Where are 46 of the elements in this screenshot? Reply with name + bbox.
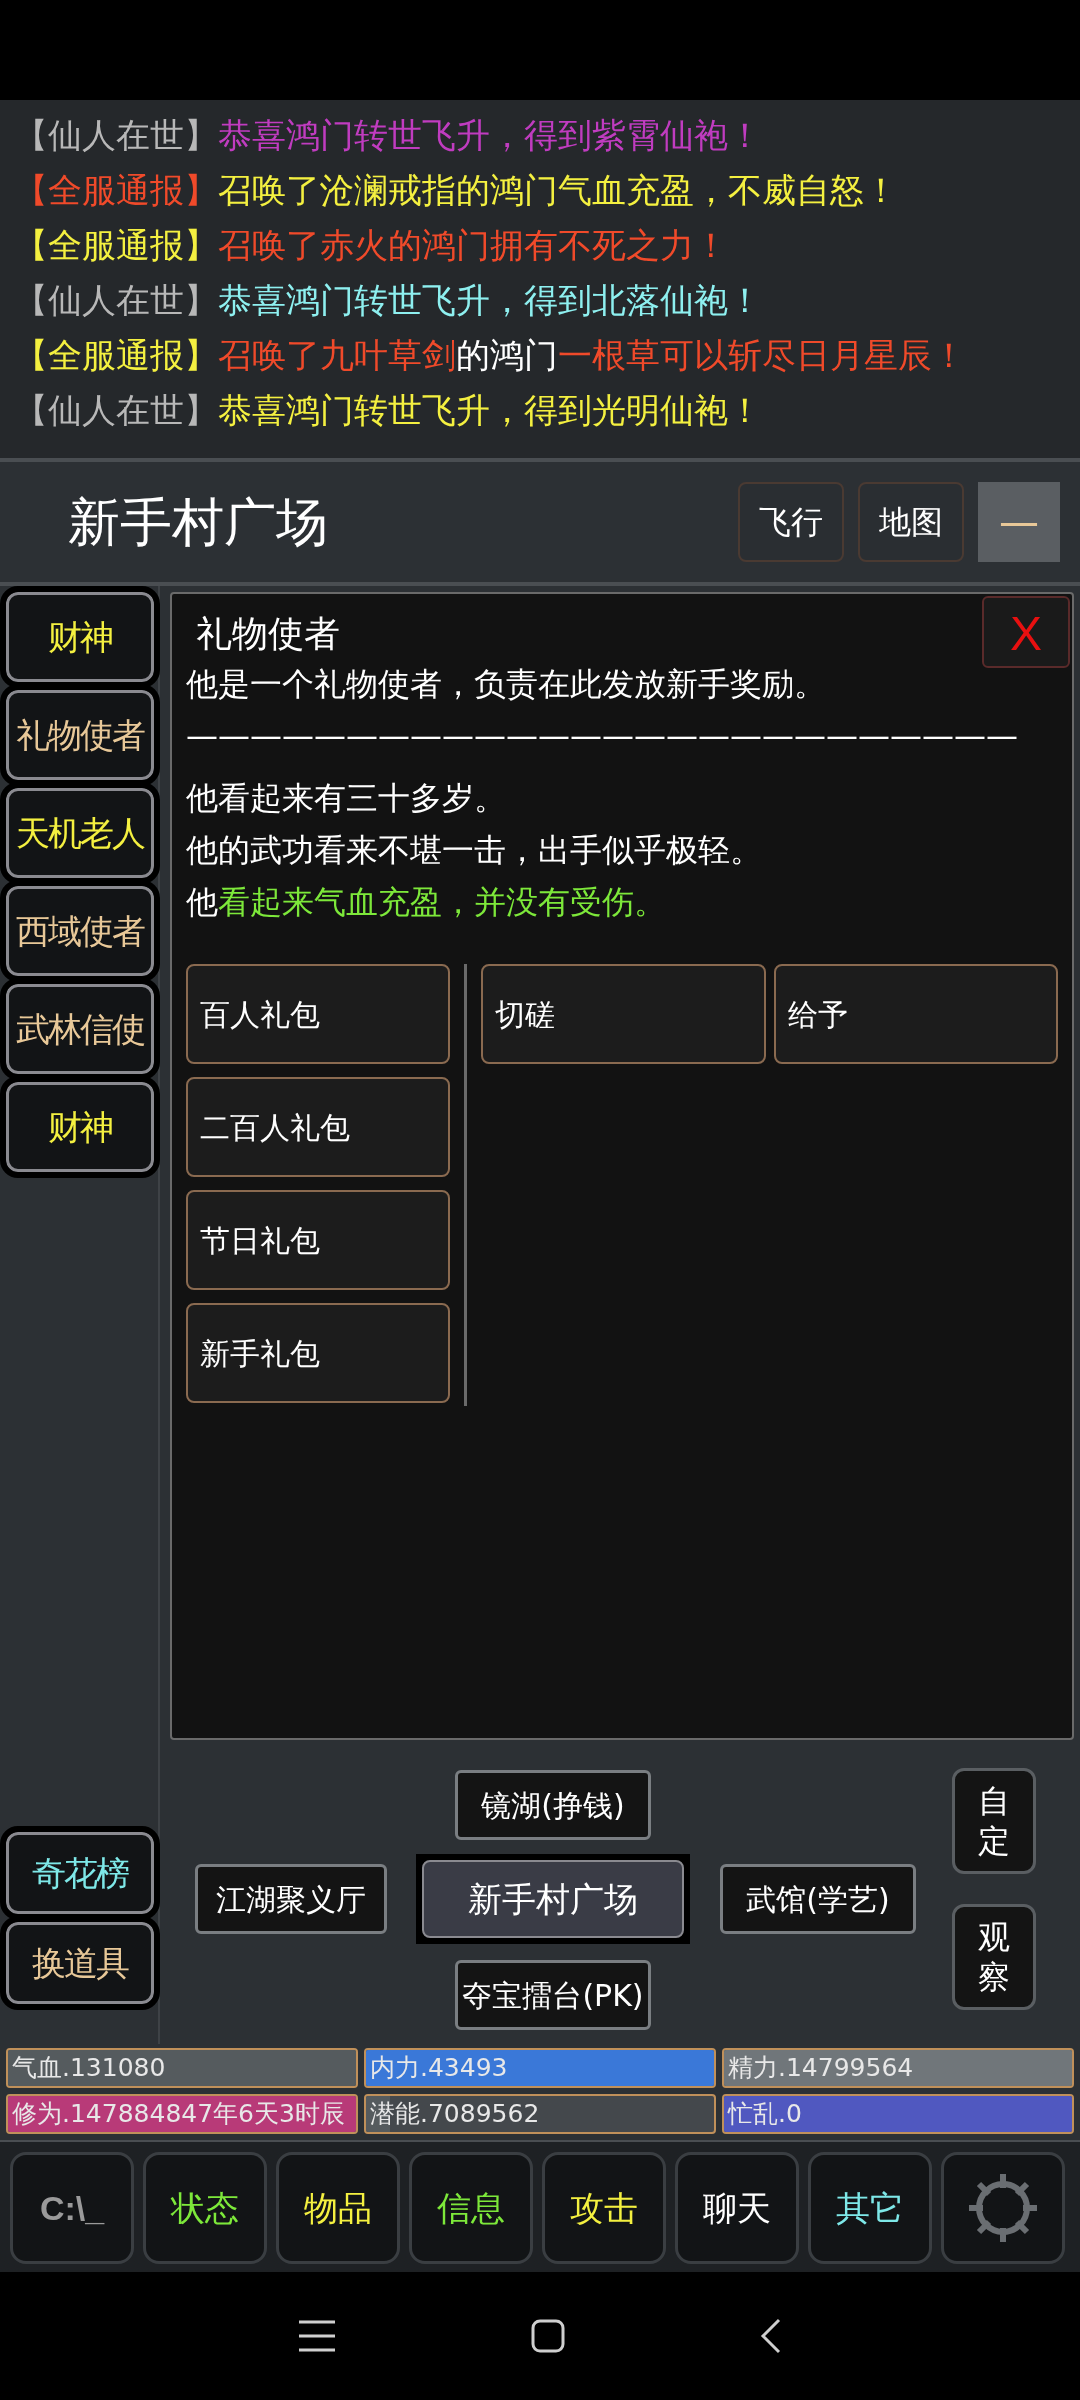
menu-button[interactable]: 聊天	[675, 2152, 799, 2264]
map-tool-button[interactable]: 观察	[952, 1904, 1036, 2010]
map-exit-button[interactable]: 夺宝擂台(PK)	[455, 1960, 651, 2030]
gift-button[interactable]: 节日礼包	[186, 1190, 450, 1290]
stat-bar: 忙乱.0	[722, 2093, 1074, 2134]
map-exit-button[interactable]: 江湖聚义厅	[195, 1864, 387, 1934]
gift-button[interactable]: 百人礼包	[186, 964, 450, 1064]
separator-line: ——————————————————————————	[186, 716, 1019, 757]
map-exit-button[interactable]: 镜湖(挣钱)	[455, 1770, 651, 1840]
gift-button[interactable]: 二百人礼包	[186, 1077, 450, 1177]
stat-bar: 精力.14799564	[722, 2048, 1074, 2088]
broadcast-message: 【仙人在世】恭喜鸿门转世飞升，得到紫霄仙袍！	[14, 114, 763, 157]
menu-button[interactable]: 攻击	[542, 2152, 666, 2264]
map-tool-button[interactable]: 自定	[952, 1768, 1036, 1874]
map-exit-button[interactable]: 武馆(学艺)	[720, 1864, 916, 1934]
description-text: 他的武功看来不堪一击，出手似乎极轻。	[186, 830, 763, 871]
stat-bar: 修为.147884847年6天3时辰	[6, 2093, 358, 2134]
broadcast-message: 【全服通报】召唤了九叶草剑的鸿门一根草可以斩尽日月星辰！	[14, 334, 967, 377]
menu-icon[interactable]	[296, 2319, 337, 2353]
header-button[interactable]: 飞行	[738, 482, 844, 562]
menu-button[interactable]: 状态	[143, 2152, 267, 2264]
menu-button[interactable]: 其它	[808, 2152, 932, 2264]
broadcast-message: 【仙人在世】恭喜鸿门转世飞升，得到北落仙袍！	[14, 279, 763, 322]
action-button[interactable]: 给予	[773, 964, 1058, 1064]
broadcast-message: 【全服通报】召唤了赤火的鸿门拥有不死之力！	[14, 224, 729, 267]
terminal-button[interactable]: C:\_	[10, 2152, 134, 2264]
description-text: 他看起来有三十多岁。	[186, 778, 507, 819]
npc-name: 礼物使者	[195, 612, 340, 656]
header-button[interactable]: 地图	[858, 482, 964, 562]
menu-button[interactable]: 信息	[409, 2152, 533, 2264]
collapse-button[interactable]: —	[978, 482, 1060, 562]
gift-button[interactable]: 新手礼包	[186, 1303, 450, 1403]
broadcast-message: 【仙人在世】恭喜鸿门转世飞升，得到光明仙袍！	[14, 389, 763, 432]
current-location-button[interactable]: 新手村广场	[422, 1860, 684, 1938]
stat-bar: 气血.131080	[6, 2048, 358, 2088]
action-button[interactable]: 切磋	[481, 964, 766, 1064]
description-text: 他是一个礼物使者，负责在此发放新手奖励。	[186, 664, 827, 705]
close-button[interactable]: X	[982, 596, 1070, 668]
location-title: 新手村广场	[68, 491, 329, 554]
stat-bar: 内力.43493	[364, 2048, 716, 2088]
home-icon[interactable]	[530, 2318, 566, 2354]
menu-button[interactable]: 物品	[276, 2152, 400, 2264]
broadcast-message: 【全服通报】召唤了沧澜戒指的鸿门气血充盈，不威自怒！	[14, 169, 899, 212]
stat-bar: 潜能.7089562	[364, 2093, 716, 2134]
description-text: 他看起来气血充盈，并没有受伤。	[186, 882, 667, 923]
emblem-button[interactable]	[941, 2152, 1065, 2264]
